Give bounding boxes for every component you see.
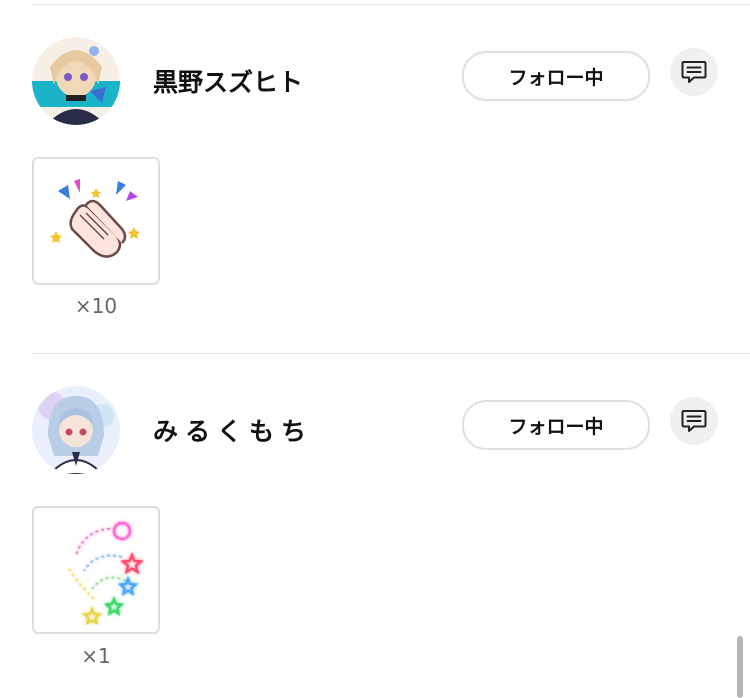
avatar[interactable] [32,386,120,474]
avatar-image [32,37,120,125]
avatar-image [32,386,120,474]
gift-card[interactable] [32,157,160,285]
gift-list-page: 黒野スズヒト フォロー中 ×10 みるくもち フォロー中 ×1 [0,0,750,698]
following-button[interactable]: フォロー中 [462,400,650,450]
gift-card[interactable] [32,506,160,634]
gift-count: ×1 [81,644,111,668]
avatar[interactable] [32,37,120,125]
message-icon [681,61,707,83]
clapping-hands-icon [50,179,140,258]
shooting-stars-icon [67,521,144,625]
user-row[interactable]: みるくもち フォロー中 [0,386,750,476]
following-button[interactable]: フォロー中 [462,51,650,101]
message-icon [681,410,707,432]
divider [32,4,750,5]
message-button[interactable] [670,48,718,96]
username[interactable]: みるくもち [153,412,313,448]
message-button[interactable] [670,397,718,445]
gift-count: ×10 [74,294,118,318]
scrollbar[interactable] [737,636,743,698]
user-row[interactable]: 黒野スズヒト フォロー中 [0,37,750,127]
divider [32,353,750,354]
username[interactable]: 黒野スズヒト [153,63,303,99]
